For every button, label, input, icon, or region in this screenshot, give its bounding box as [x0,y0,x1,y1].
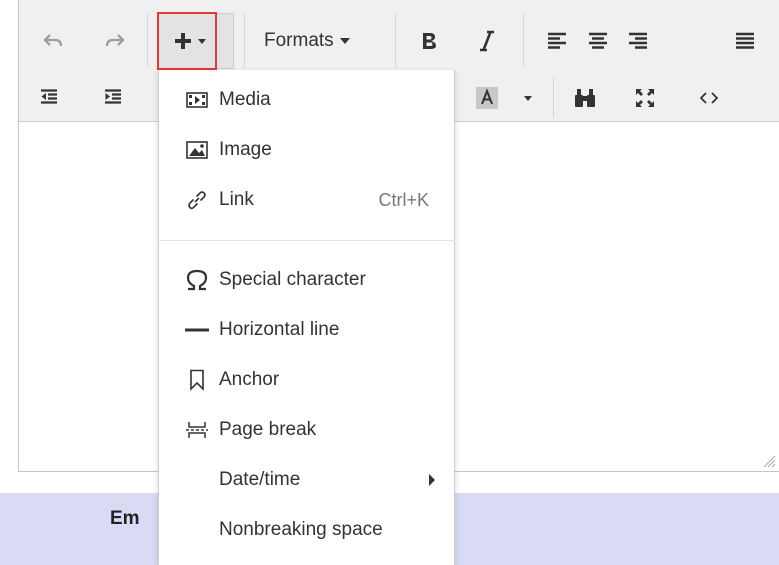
menu-item-label: Special character [219,269,366,290]
toolbar-separator [244,14,245,68]
indent-icon [105,89,121,104]
justify-button[interactable] [728,24,762,58]
toolbar-separator [553,78,554,118]
menu-item-date-time[interactable]: Date/time [159,456,455,504]
text-background-icon [476,87,498,109]
outdent-icon [41,89,57,104]
outdent-button[interactable] [34,82,64,112]
menu-item-label: Horizontal line [219,319,340,340]
link-icon [183,186,211,214]
formats-dropdown[interactable]: Formats [256,14,388,68]
undo-icon [43,34,63,47]
menu-item-page-break[interactable]: Page break [159,406,455,454]
redo-button[interactable] [100,24,130,58]
menu-item-label: Page break [219,419,317,440]
align-center-button[interactable] [581,24,615,58]
menu-item-label: Link [219,189,254,210]
menu-item-nonbreaking-space[interactable]: Nonbreaking space [159,506,455,554]
chevron-down-icon [197,38,206,44]
undo-button[interactable] [38,24,68,58]
partial-label: Em [110,508,140,529]
justify-icon [736,32,754,49]
menu-item-image[interactable]: Image [159,126,455,174]
image-icon [183,136,211,164]
background-color-dropdown[interactable] [518,86,538,110]
binoculars-icon [575,89,595,107]
toolbar-separator [147,14,148,68]
align-left-button[interactable] [540,24,574,58]
menu-item-label: Nonbreaking space [219,519,383,540]
menu-item-media[interactable]: Media [159,76,455,124]
menu-divider [159,240,455,241]
fullscreen-icon [636,89,654,107]
bold-icon [423,33,436,49]
source-code-button[interactable] [692,82,726,114]
find-replace-button[interactable] [568,82,602,114]
insert-button-content[interactable] [166,24,212,58]
formats-label: Formats [264,30,334,51]
menu-item-label: Date/time [219,469,301,490]
media-icon [183,86,211,114]
chevron-down-icon [339,38,350,44]
menu-item-special-character[interactable]: Special character [159,256,455,304]
omega-icon [183,266,211,294]
indent-button[interactable] [98,82,128,112]
code-icon [700,92,718,104]
chevron-down-icon [524,95,532,101]
menu-item-anchor[interactable]: Anchor [159,356,455,404]
bold-button[interactable] [412,22,446,60]
shortcut-label: Ctrl+K [378,189,429,210]
menu-item-label: Media [219,89,271,110]
menu-item-horizontal-line[interactable]: Horizontal line [159,306,455,354]
redo-icon [105,34,125,47]
resize-handle-icon[interactable] [758,450,776,468]
chevron-right-icon [429,474,435,486]
italic-button[interactable] [470,22,504,60]
toolbar-separator [395,14,396,68]
align-left-icon [548,32,566,49]
fullscreen-button[interactable] [628,82,662,114]
insert-dropdown-menu: Media Image Link Ctrl+K Special characte… [158,70,455,565]
menu-item-label: Anchor [219,369,280,390]
align-center-icon [589,32,607,49]
align-right-icon [629,32,647,49]
plus-icon [174,33,191,49]
horizontal-line-icon [183,316,211,344]
menu-item-label: Image [219,139,272,160]
toolbar-separator [523,14,524,68]
page-break-icon [183,416,211,444]
menu-item-link[interactable]: Link Ctrl+K [159,176,455,224]
italic-icon [480,30,494,52]
background-color-button[interactable] [470,82,504,114]
bookmark-icon [183,366,211,394]
align-right-button[interactable] [621,24,655,58]
